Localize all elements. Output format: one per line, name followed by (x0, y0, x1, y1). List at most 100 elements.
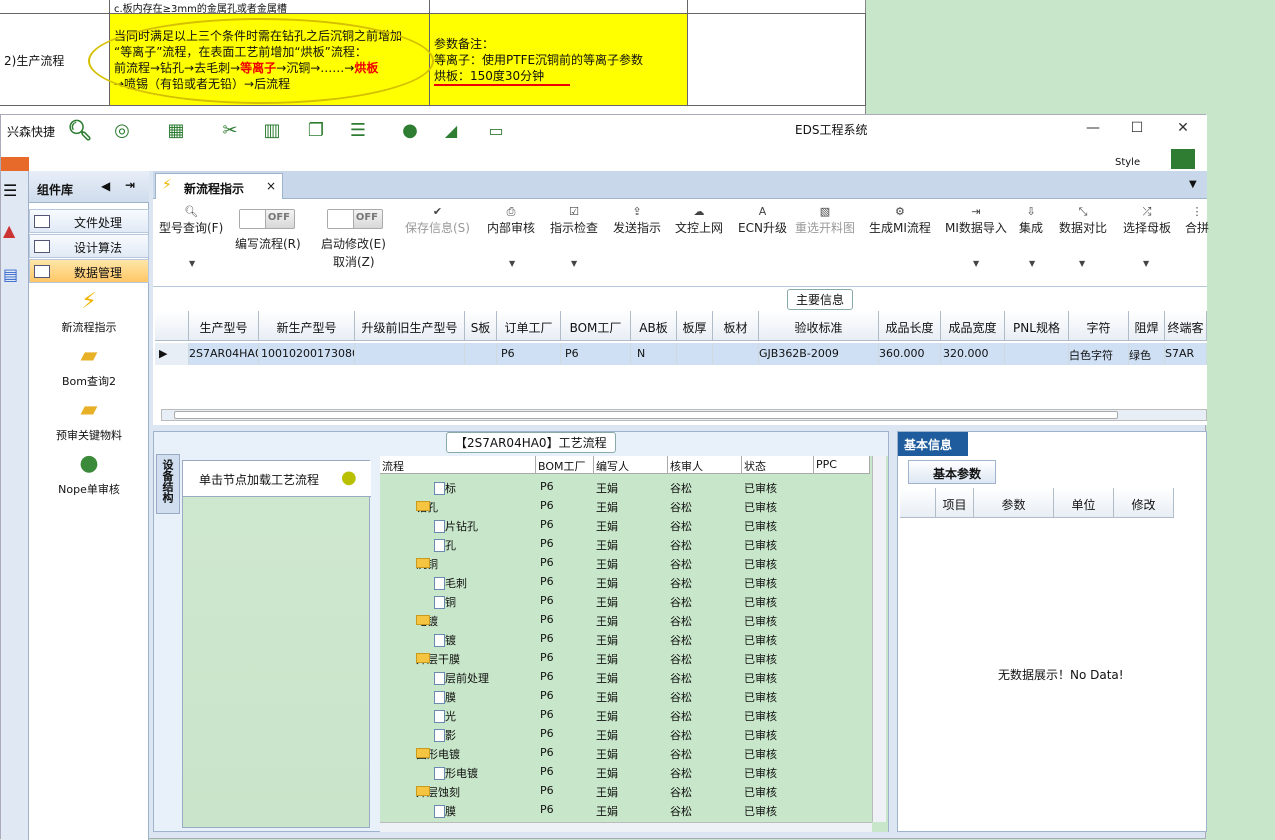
close-button[interactable]: ✕ (1171, 120, 1195, 140)
grid-header[interactable]: 单位 (1054, 488, 1114, 518)
style-label[interactable]: Style (1115, 157, 1140, 168)
ecn-upgrade-button[interactable]: A ECN升级 (738, 205, 787, 236)
table-cell[interactable]: 2S7AR04HA0 (189, 343, 259, 365)
tree-column-header[interactable]: 核审人 (668, 456, 742, 474)
tree-row[interactable]: 贴膜 P6 王娟 谷松 已审核 (380, 687, 870, 706)
table-cell[interactable]: 绿色 (1129, 343, 1165, 365)
table-cell[interactable]: 10010200173080 (259, 343, 355, 365)
reselect-drawing-button[interactable]: ▧ 重选开料图 (795, 205, 855, 236)
table-cell[interactable] (355, 343, 465, 365)
merge-button[interactable]: ⋮ 合拼 (1185, 205, 1209, 236)
scissors-icon[interactable]: ✂ (217, 119, 243, 141)
table-cell[interactable]: GJB362B-2009 (759, 343, 879, 365)
horizontal-scrollbar[interactable] (161, 409, 1207, 421)
table-cell[interactable]: P6 (561, 343, 631, 365)
dropdown-icon[interactable]: ▼ (571, 259, 577, 268)
tab-basic-params[interactable]: 基本参数 (908, 460, 996, 484)
grid-header[interactable]: 升级前旧生产型号 (355, 311, 465, 341)
publish-button[interactable]: ☁ 文控上网 (675, 205, 723, 236)
tree-row[interactable]: −外层蚀刻P6王娟谷松已审核 (380, 782, 870, 801)
user-icon[interactable]: ● (397, 119, 423, 141)
tree-row[interactable]: 曝光 P6 王娟 谷松 已审核 (380, 706, 870, 725)
tree-row[interactable]: −钻孔P6王娟谷松已审核 (380, 497, 870, 516)
mi-import-button[interactable]: ⇥ MI数据导入 (945, 205, 1007, 236)
film-icon[interactable]: ▥ (259, 119, 285, 141)
grid-header[interactable]: 生产型号 (189, 311, 259, 341)
table-cell[interactable]: 360.000 (879, 343, 941, 365)
edit-toggle[interactable]: OFF (327, 209, 383, 229)
pin-icon[interactable]: ⇥ (125, 178, 135, 192)
tree-row[interactable]: 沉铜 P6 王娟 谷松 已审核 (380, 592, 870, 611)
dropdown-icon[interactable]: ▼ (189, 259, 195, 268)
tree-column-header[interactable]: 流程 (380, 456, 536, 474)
dropdown-icon[interactable]: ▼ (973, 259, 979, 268)
vertical-scrollbar[interactable] (872, 456, 886, 822)
grid-header[interactable]: 板材 (713, 311, 759, 341)
tool-nope-review[interactable]: ● Nope单审核 (29, 451, 149, 497)
compare-button[interactable]: ⤡ 数据对比 (1059, 205, 1107, 236)
row-indicator[interactable]: ▶ (155, 343, 189, 365)
table-cell[interactable]: P6 (497, 343, 561, 365)
grid-header[interactable]: 订单工厂 (497, 311, 561, 341)
tree-row[interactable]: 显影 P6 王娟 谷松 已审核 (380, 725, 870, 744)
dropdown-icon[interactable]: ▼ (1079, 259, 1085, 268)
horizontal-scrollbar[interactable] (380, 822, 872, 832)
tree-row[interactable]: −外层干膜P6王娟谷松已审核 (380, 649, 870, 668)
tab-new-flow[interactable]: ⚡ 新流程指示 × (155, 173, 283, 199)
grid-header[interactable]: AB板 (631, 311, 677, 341)
tree-row[interactable]: −电镀P6王娟谷松已审核 (380, 611, 870, 630)
integrate-button[interactable]: ⇩ 集成 (1019, 205, 1043, 236)
tab-close-icon[interactable]: × (266, 179, 276, 193)
tree-column-header[interactable]: 状态 (742, 456, 814, 474)
grid-header[interactable]: 参数 (974, 488, 1054, 518)
save-info-button[interactable]: ✔ 保存信息(S) (405, 205, 470, 236)
tree-column-header[interactable]: BOM工厂 (536, 456, 594, 474)
chart-icon[interactable]: ◢ (437, 119, 465, 141)
grid-icon[interactable]: ▦ (163, 119, 189, 141)
tree-row[interactable]: 板镀 P6 王娟 谷松 已审核 (380, 630, 870, 649)
side-tab-equipment[interactable]: 设备结构 (156, 454, 180, 514)
write-flow-toggle[interactable]: OFF (239, 209, 295, 229)
table-cell[interactable] (1005, 343, 1069, 365)
tool-new-flow[interactable]: ⚡ 新流程指示 (29, 289, 149, 335)
tab-dropdown-icon[interactable]: ▼ (1189, 179, 1197, 190)
maximize-button[interactable]: ☐ (1125, 120, 1149, 140)
tree-row[interactable]: 打标 P6 王娟 谷松 已审核 (380, 478, 870, 497)
table-cell[interactable]: 320.000 (941, 343, 1005, 365)
grid-header[interactable]: 项目 (936, 488, 974, 518)
category-file[interactable]: 文件处理 (29, 209, 149, 233)
dropdown-icon[interactable]: ▼ (1143, 259, 1149, 268)
grid-header[interactable]: BOM工厂 (561, 311, 631, 341)
tool-pre-review[interactable]: ▰ 预审关键物料 (29, 397, 149, 443)
grid-header[interactable]: 成品长度 (879, 311, 941, 341)
generate-mi-button[interactable]: ⚙ 生成MI流程 (869, 205, 931, 236)
menu-icon[interactable]: ☰ (3, 181, 17, 200)
tree-column-header[interactable]: 编写人 (594, 456, 668, 474)
tool-bom-query[interactable]: ▰ Bom查询2 (29, 343, 149, 389)
dropdown-icon[interactable]: ▼ (509, 259, 515, 268)
report-icon[interactable]: ▤ (3, 265, 18, 284)
monitor-icon[interactable]: ▭ (483, 119, 509, 141)
grid-header[interactable]: 阻焊 (1129, 311, 1165, 341)
grid-header[interactable]: 新生产型号 (259, 311, 355, 341)
check-instruction-button[interactable]: ☑ 指示检查 (550, 205, 598, 236)
tree-row[interactable]: −图形电镀P6王娟谷松已审核 (380, 744, 870, 763)
tree-row[interactable]: 去毛刺 P6 王娟 谷松 已审核 (380, 573, 870, 592)
tree-row[interactable]: 外层前处理 P6 王娟 谷松 已审核 (380, 668, 870, 687)
category-algorithm[interactable]: 设计算法 (29, 234, 149, 258)
windows-icon[interactable] (1171, 149, 1195, 169)
grid-header[interactable]: 板厚 (677, 311, 713, 341)
model-query-button[interactable]: 🔍︎ 型号查询(F) (159, 205, 223, 236)
copy-icon[interactable]: ❐ (303, 119, 329, 141)
grid-header[interactable]: PNL规格 (1005, 311, 1069, 341)
list-icon[interactable]: ☰ (345, 119, 371, 141)
table-cell[interactable] (677, 343, 713, 365)
grid-header[interactable]: 修改 (1114, 488, 1174, 518)
grid-header[interactable]: S板 (465, 311, 497, 341)
tree-column-header[interactable]: PPC (814, 456, 870, 474)
grid-header[interactable]: 终端客 (1165, 311, 1207, 341)
tree-row[interactable]: 铝片钻孔 P6 王娟 谷松 已审核 (380, 516, 870, 535)
table-cell[interactable]: S7AR (1165, 343, 1207, 365)
category-data[interactable]: 数据管理 (29, 259, 149, 283)
send-instruction-button[interactable]: ⇪ 发送指示 (613, 205, 661, 236)
